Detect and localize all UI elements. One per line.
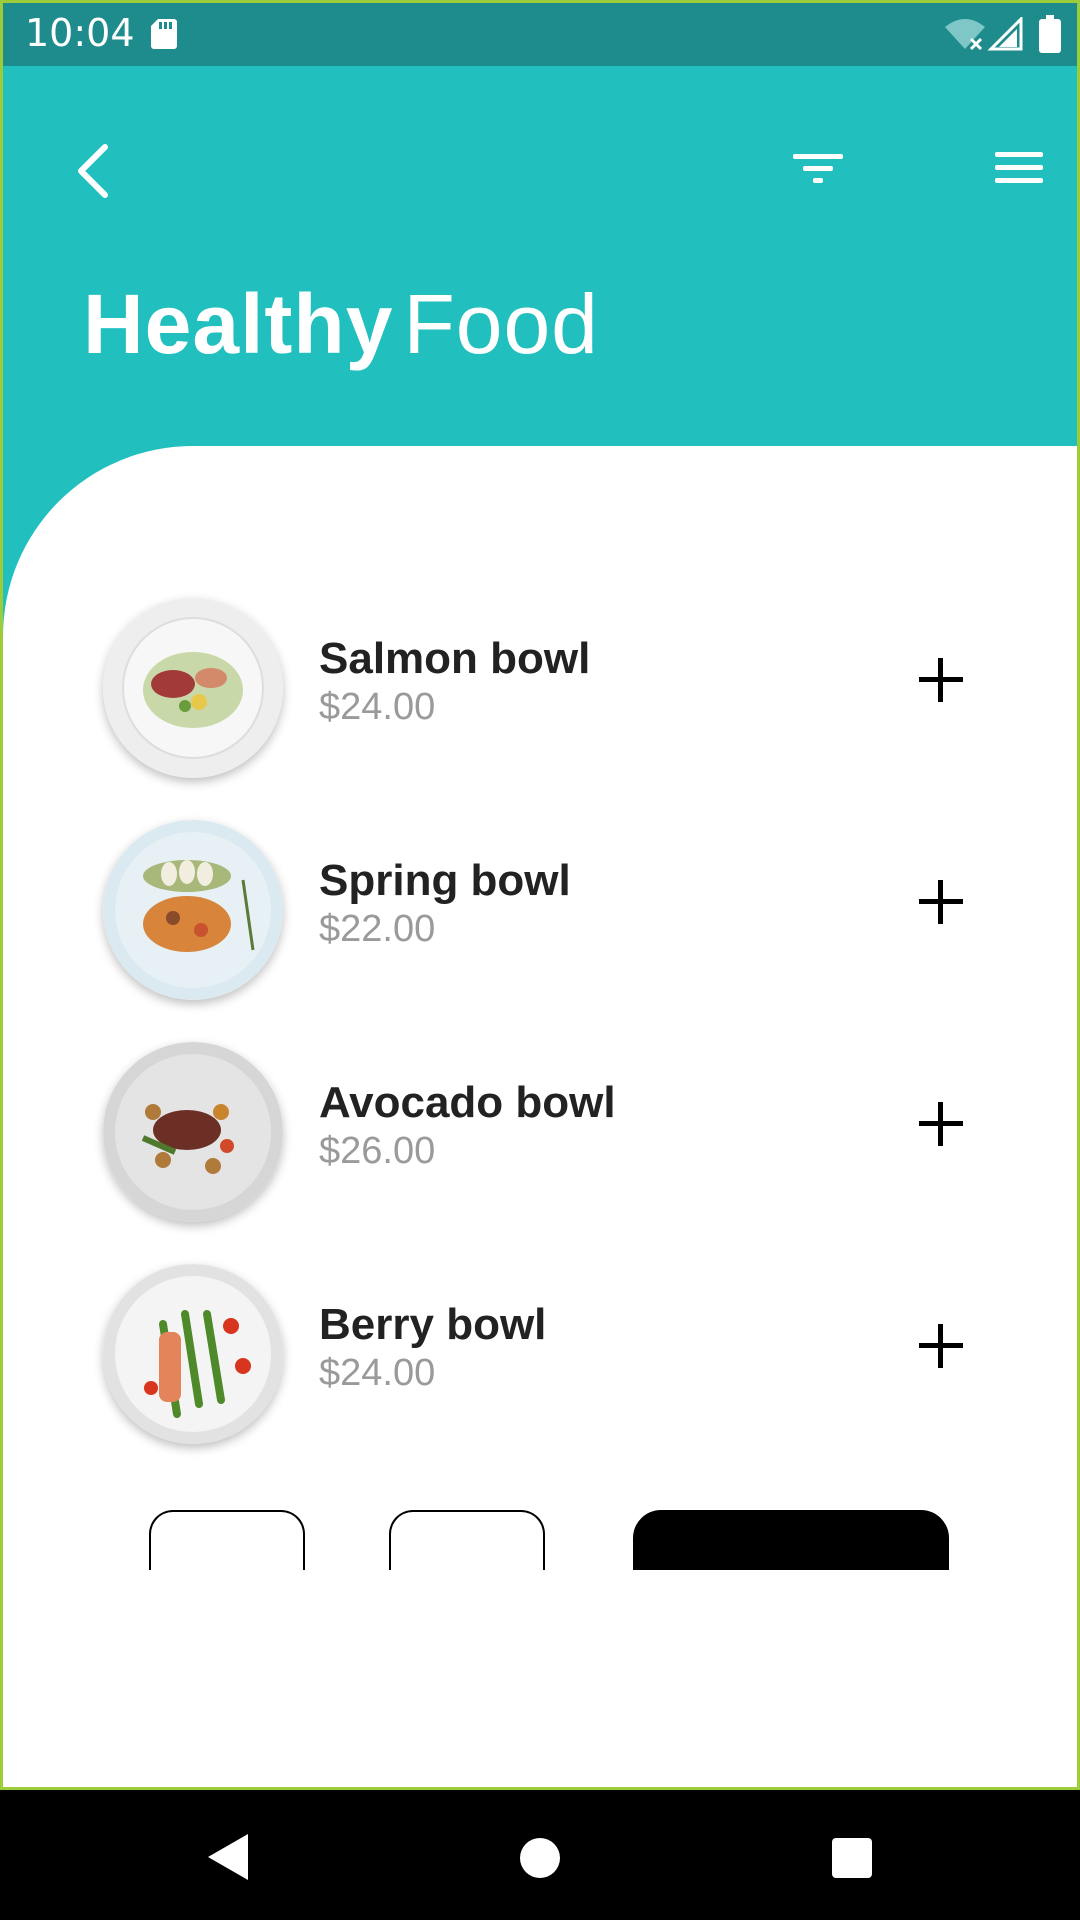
food-price: $24.00 xyxy=(319,686,436,728)
tab-outline-2[interactable] xyxy=(389,1510,545,1570)
food-price: $26.00 xyxy=(319,1130,436,1172)
filter-icon[interactable] xyxy=(791,148,845,188)
list-item[interactable]: Spring bowl $22.00 xyxy=(3,820,1077,1010)
content-panel: Salmon bowl $24.00 Spring bowl $22.00 Av… xyxy=(3,446,1077,1787)
food-image xyxy=(103,598,283,778)
food-price: $24.00 xyxy=(319,1352,436,1394)
status-time: 10:04 xyxy=(25,11,135,55)
hamburger-menu-icon[interactable] xyxy=(993,148,1045,188)
page-title: Healthy Food xyxy=(83,276,599,373)
bottom-tabs xyxy=(3,1510,1077,1580)
food-name: Avocado bowl xyxy=(319,1078,616,1127)
list-item[interactable]: Avocado bowl $26.00 xyxy=(3,1042,1077,1232)
sd-card-icon xyxy=(151,19,177,49)
plus-icon[interactable] xyxy=(915,1320,967,1372)
signal-icon xyxy=(987,17,1023,51)
list-item[interactable]: Salmon bowl $24.00 xyxy=(3,598,1077,788)
page-title-light: Food xyxy=(403,277,599,371)
plus-icon[interactable] xyxy=(915,876,967,928)
plus-icon[interactable] xyxy=(915,654,967,706)
food-image xyxy=(103,1042,283,1222)
plus-icon[interactable] xyxy=(915,1098,967,1150)
nav-recents-icon[interactable] xyxy=(832,1838,872,1878)
battery-icon xyxy=(1039,15,1061,53)
nav-back-icon[interactable] xyxy=(206,1832,250,1882)
page-title-bold: Healthy xyxy=(83,277,394,371)
food-price: $22.00 xyxy=(319,908,436,950)
wifi-off-icon xyxy=(945,19,985,51)
food-image xyxy=(103,820,283,1000)
list-item[interactable]: Berry bowl $24.00 xyxy=(3,1264,1077,1454)
app-screen: 10:04 Healthy Food Salmon bowl $24.00 Sp… xyxy=(0,0,1080,1790)
food-name: Salmon bowl xyxy=(319,634,591,683)
back-arrow-icon[interactable] xyxy=(73,143,113,199)
status-bar: 10:04 xyxy=(3,3,1077,66)
tab-outline-1[interactable] xyxy=(149,1510,305,1570)
nav-home-icon[interactable] xyxy=(520,1838,560,1878)
food-name: Spring bowl xyxy=(319,856,571,905)
tab-selected[interactable] xyxy=(633,1510,949,1570)
food-image xyxy=(103,1264,283,1444)
food-name: Berry bowl xyxy=(319,1300,547,1349)
system-nav-bar xyxy=(0,1790,1080,1920)
